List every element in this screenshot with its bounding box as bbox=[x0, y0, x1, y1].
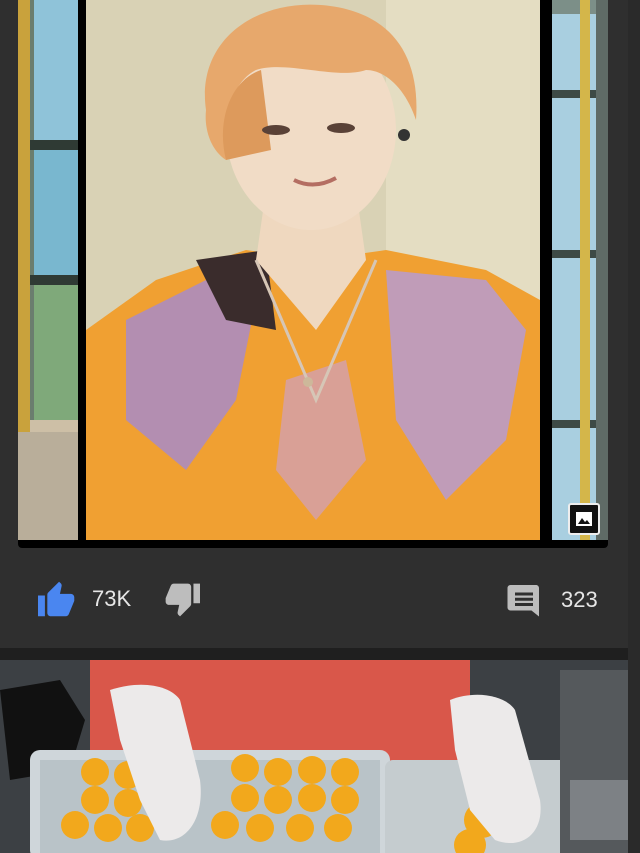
scrollbar-track[interactable] bbox=[628, 0, 640, 853]
carousel-photo-next[interactable] bbox=[552, 0, 608, 540]
carousel-photo-current[interactable] bbox=[86, 0, 540, 540]
post-card: 73K 323 bbox=[0, 0, 628, 648]
like-button[interactable]: 73K bbox=[36, 580, 131, 618]
comment-count: 323 bbox=[561, 587, 598, 612]
thumbs-down-icon bbox=[165, 583, 200, 617]
post-action-bar: 73K 323 bbox=[0, 560, 628, 648]
comment-icon bbox=[507, 585, 539, 617]
next-post-image[interactable] bbox=[0, 660, 628, 853]
feed-divider bbox=[0, 648, 628, 660]
comment-button[interactable]: 323 bbox=[505, 582, 598, 618]
dislike-button[interactable] bbox=[162, 582, 202, 623]
photo-carousel[interactable] bbox=[18, 0, 608, 548]
thumbs-up-icon bbox=[38, 581, 75, 617]
like-count: 73K bbox=[92, 586, 132, 611]
carousel-photo-previous[interactable] bbox=[18, 0, 78, 540]
image-icon[interactable] bbox=[568, 503, 600, 535]
